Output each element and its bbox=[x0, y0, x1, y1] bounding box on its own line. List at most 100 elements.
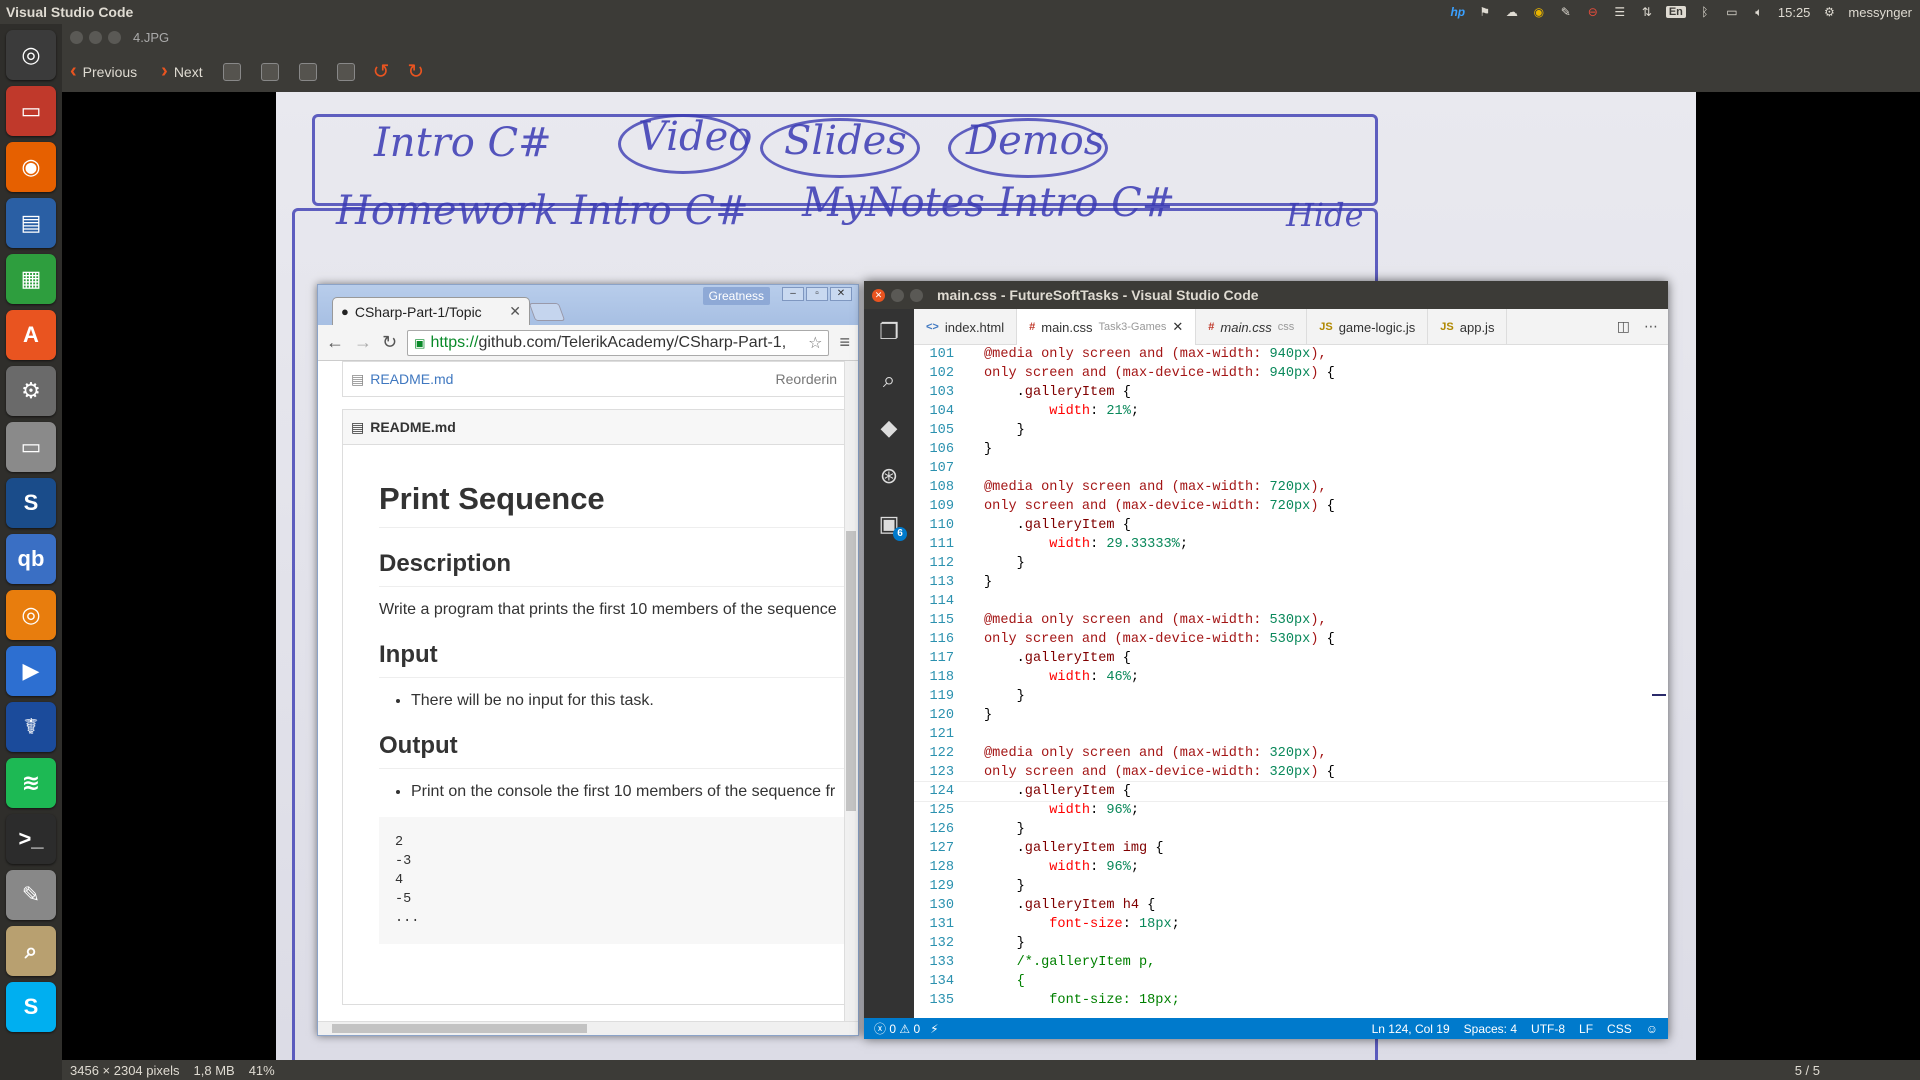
close-tab-icon[interactable]: ✕ bbox=[509, 303, 521, 320]
code-line[interactable]: 101 @media only screen and (max-width: 94… bbox=[914, 345, 1668, 364]
maximize-button[interactable]: ▫ bbox=[806, 287, 828, 301]
scroll-thumb[interactable] bbox=[332, 1024, 587, 1033]
next-button[interactable]: › Next bbox=[161, 60, 202, 83]
paperclip-icon[interactable]: ✎ bbox=[1558, 5, 1574, 19]
debug-icon[interactable]: ⊛ bbox=[876, 463, 902, 489]
explorer-icon[interactable]: ❐ bbox=[876, 319, 902, 345]
code-line[interactable]: 104 width: 21%; bbox=[914, 402, 1668, 421]
launcher-app-caduceus-icon[interactable]: ☤ bbox=[6, 702, 56, 752]
code-line[interactable]: 135 font-size: 18px; bbox=[914, 991, 1668, 1010]
signal-icon[interactable]: ⚑ bbox=[1477, 5, 1493, 19]
editor-tab[interactable]: # main.css css bbox=[1196, 309, 1308, 345]
minimize-button[interactable] bbox=[891, 288, 904, 302]
rotate-left-icon[interactable]: ↺ bbox=[373, 59, 390, 84]
code-line[interactable]: 108 @media only screen and (max-width: 72… bbox=[914, 478, 1668, 497]
code-line[interactable]: 111 width: 29.33333%; bbox=[914, 535, 1668, 554]
chrome-tab[interactable]: ● CSharp-Part-1/Topic ✕ bbox=[332, 297, 530, 325]
rotate-right-icon[interactable]: ↻ bbox=[407, 59, 424, 84]
code-line[interactable]: 134 { bbox=[914, 972, 1668, 991]
launcher-qbittorrent-icon[interactable]: qb bbox=[6, 534, 56, 584]
code-line[interactable]: 123 only screen and (max-device-width: 32… bbox=[914, 763, 1668, 782]
launcher-files-icon[interactable]: ▭ bbox=[6, 86, 56, 136]
indentation[interactable]: Spaces: 4 bbox=[1464, 1022, 1517, 1036]
launcher-dash-icon[interactable]: ◎ bbox=[6, 30, 56, 80]
more-icon[interactable]: ⋯ bbox=[1644, 318, 1658, 335]
code-line[interactable]: 110 .galleryItem { bbox=[914, 516, 1668, 535]
editor-tab[interactable]: <> index.html bbox=[914, 309, 1018, 345]
code-line[interactable]: 124 .galleryItem { bbox=[914, 781, 1668, 802]
code-line[interactable]: 109 only screen and (max-device-width: 72… bbox=[914, 497, 1668, 516]
launcher-files-2-icon[interactable]: ▭ bbox=[6, 422, 56, 472]
code-line[interactable]: 126 } bbox=[914, 820, 1668, 839]
lightning-icon[interactable]: ⚡ bbox=[930, 1022, 938, 1036]
zoom-normal-icon[interactable] bbox=[298, 62, 317, 81]
chrome-profile[interactable]: Greatness bbox=[702, 287, 770, 305]
close-button[interactable]: ✕ bbox=[830, 287, 852, 301]
editor-tab[interactable]: JS game-logic.js bbox=[1307, 309, 1429, 345]
scroll-thumb[interactable] bbox=[846, 531, 856, 811]
editor-tab[interactable]: JS app.js bbox=[1428, 309, 1508, 345]
editor-tab[interactable]: # main.css Task3-Games ✕ bbox=[1017, 309, 1197, 345]
clock[interactable]: 15:25 bbox=[1778, 5, 1811, 20]
volume-icon[interactable]: 🔈︎ bbox=[1751, 5, 1767, 19]
previous-button[interactable]: ‹ Previous bbox=[70, 60, 137, 83]
launcher-software-center-icon[interactable]: A bbox=[6, 310, 56, 360]
sync-icon[interactable]: ☁ bbox=[1504, 5, 1520, 19]
code-line[interactable]: 114 bbox=[914, 592, 1668, 611]
code-line[interactable]: 113} bbox=[914, 573, 1668, 592]
maximize-button[interactable] bbox=[108, 31, 121, 44]
launcher-system-settings-icon[interactable]: ⚙ bbox=[6, 366, 56, 416]
code-line[interactable]: 131 font-size: 18px; bbox=[914, 915, 1668, 934]
minimize-button[interactable] bbox=[89, 31, 102, 44]
code-line[interactable]: 106} bbox=[914, 440, 1668, 459]
reload-icon[interactable]: ↻ bbox=[382, 332, 397, 353]
menu-icon[interactable]: ☰ bbox=[1612, 5, 1628, 19]
zoom-fit-icon[interactable] bbox=[260, 62, 279, 81]
launcher-terminal-icon[interactable]: >_ bbox=[6, 814, 56, 864]
extensions-icon[interactable]: ▣ 6 bbox=[876, 511, 907, 541]
keyboard-layout[interactable]: En bbox=[1665, 6, 1686, 18]
code-line[interactable]: 102 only screen and (max-device-width: 94… bbox=[914, 364, 1668, 383]
code-editor[interactable]: 101 @media only screen and (max-width: 94… bbox=[914, 345, 1668, 1018]
feedback-icon[interactable]: ☺ bbox=[1646, 1022, 1658, 1036]
code-line[interactable]: 121 bbox=[914, 725, 1668, 744]
fullscreen-icon[interactable] bbox=[222, 62, 241, 81]
star-icon[interactable]: ☆ bbox=[808, 333, 822, 353]
code-line[interactable]: 112 } bbox=[914, 554, 1668, 573]
line-ending[interactable]: LF bbox=[1579, 1022, 1593, 1036]
no-entry-icon[interactable]: ⊖ bbox=[1585, 5, 1601, 19]
code-line[interactable]: 127 .galleryItem img { bbox=[914, 839, 1668, 858]
code-line[interactable]: 122 @media only screen and (max-width: 32… bbox=[914, 744, 1668, 763]
code-line[interactable]: 125 width: 96%; bbox=[914, 801, 1668, 820]
git-icon[interactable]: ◆ bbox=[876, 415, 902, 441]
errors-indicator[interactable]: ⓧ 0 ⚠ 0 bbox=[874, 1020, 920, 1037]
code-line[interactable]: 107 bbox=[914, 459, 1668, 478]
gallery-icon[interactable] bbox=[336, 62, 355, 81]
encoding[interactable]: UTF-8 bbox=[1531, 1022, 1565, 1036]
hp-icon[interactable]: hp bbox=[1450, 5, 1466, 19]
forward-icon[interactable]: → bbox=[354, 332, 372, 353]
launcher-text-editor-icon[interactable]: ✎ bbox=[6, 870, 56, 920]
maximize-button[interactable] bbox=[910, 288, 923, 302]
bluetooth-icon[interactable]: ᛒ bbox=[1697, 5, 1713, 19]
address-bar[interactable]: ▣ https://github.com/TelerikAcademy/CSha… bbox=[407, 329, 830, 356]
readme-link[interactable]: README.md bbox=[370, 371, 453, 387]
split-editor-icon[interactable]: ◫ bbox=[1617, 318, 1630, 335]
launcher-libreoffice-writer-icon[interactable]: ▤ bbox=[6, 198, 56, 248]
code-line[interactable]: 116 only screen and (max-device-width: 53… bbox=[914, 630, 1668, 649]
network-icon[interactable]: ⇅ bbox=[1639, 5, 1655, 19]
new-tab-button[interactable] bbox=[528, 303, 566, 321]
launcher-firefox-icon[interactable]: ◉ bbox=[6, 142, 56, 192]
code-line[interactable]: 128 width: 96%; bbox=[914, 858, 1668, 877]
code-line[interactable]: 103 .galleryItem { bbox=[914, 383, 1668, 402]
language-mode[interactable]: CSS bbox=[1607, 1022, 1632, 1036]
code-line[interactable]: 132 } bbox=[914, 934, 1668, 953]
commit-message[interactable]: Reorderin bbox=[776, 371, 837, 387]
launcher-blender-icon[interactable]: ◎ bbox=[6, 590, 56, 640]
launcher-skype-icon[interactable]: S bbox=[6, 982, 56, 1032]
battery-icon[interactable]: ▭ bbox=[1724, 5, 1740, 19]
code-line[interactable]: 119 } bbox=[914, 687, 1668, 706]
code-line[interactable]: 115 @media only screen and (max-width: 53… bbox=[914, 611, 1668, 630]
code-line[interactable]: 133 /*.galleryItem p, bbox=[914, 953, 1668, 972]
user-name[interactable]: messynger bbox=[1848, 5, 1912, 20]
